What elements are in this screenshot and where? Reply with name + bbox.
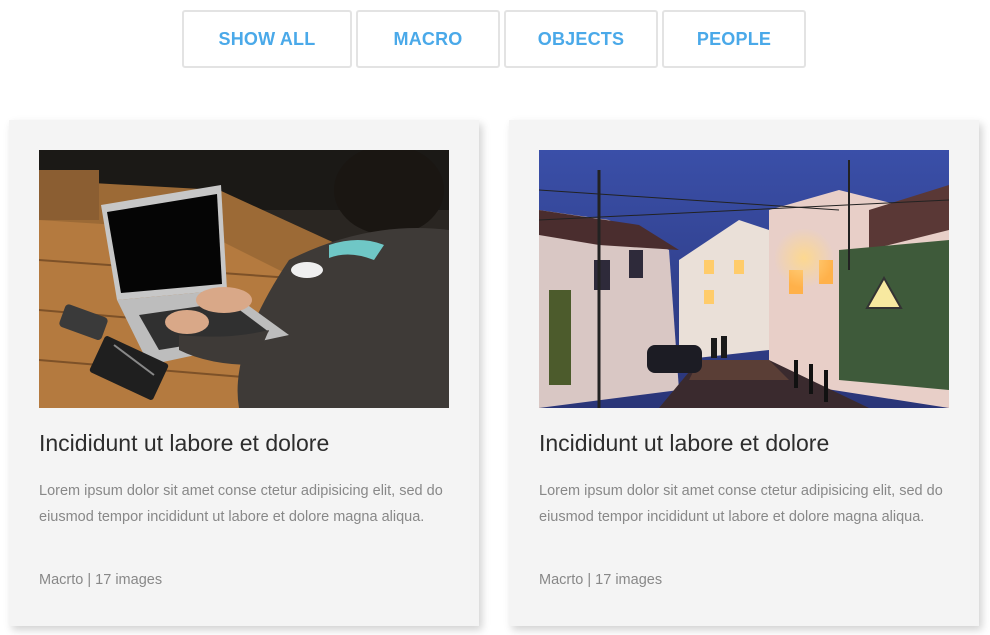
meta-separator: |	[87, 572, 92, 588]
card-meta: Macrto | 17 images	[539, 572, 662, 588]
card-title[interactable]: Incididunt ut labore et dolore	[539, 430, 829, 457]
filter-show-all-button[interactable]: SHOW ALL	[182, 10, 352, 68]
meta-separator: |	[587, 572, 592, 588]
card-image-count: 17 images	[595, 572, 663, 588]
card-description: Lorem ipsum dolor sit amet conse ctetur …	[39, 483, 443, 525]
filter-objects-button[interactable]: OBJECTS	[504, 10, 658, 68]
card-category: Macrto	[539, 572, 584, 588]
card-meta: Macrto | 17 images	[39, 572, 162, 588]
portfolio-card-1[interactable]: Incididunt ut labore et dolore Lorem ips…	[9, 120, 479, 626]
laptop-photo[interactable]	[39, 150, 449, 408]
portfolio-filter-bar: SHOW ALL MACRO OBJECTS PEOPLE	[182, 10, 806, 68]
portfolio-card-2[interactable]: Incididunt ut labore et dolore Lorem ips…	[509, 120, 979, 626]
card-title[interactable]: Incididunt ut labore et dolore	[39, 430, 329, 457]
filter-macro-button[interactable]: MACRO	[356, 10, 500, 68]
filter-people-button[interactable]: PEOPLE	[662, 10, 806, 68]
card-image-count: 17 images	[95, 572, 163, 588]
card-category: Macrto	[39, 572, 84, 588]
card-description: Lorem ipsum dolor sit amet conse ctetur …	[539, 483, 943, 525]
street-night-photo[interactable]	[539, 150, 949, 408]
